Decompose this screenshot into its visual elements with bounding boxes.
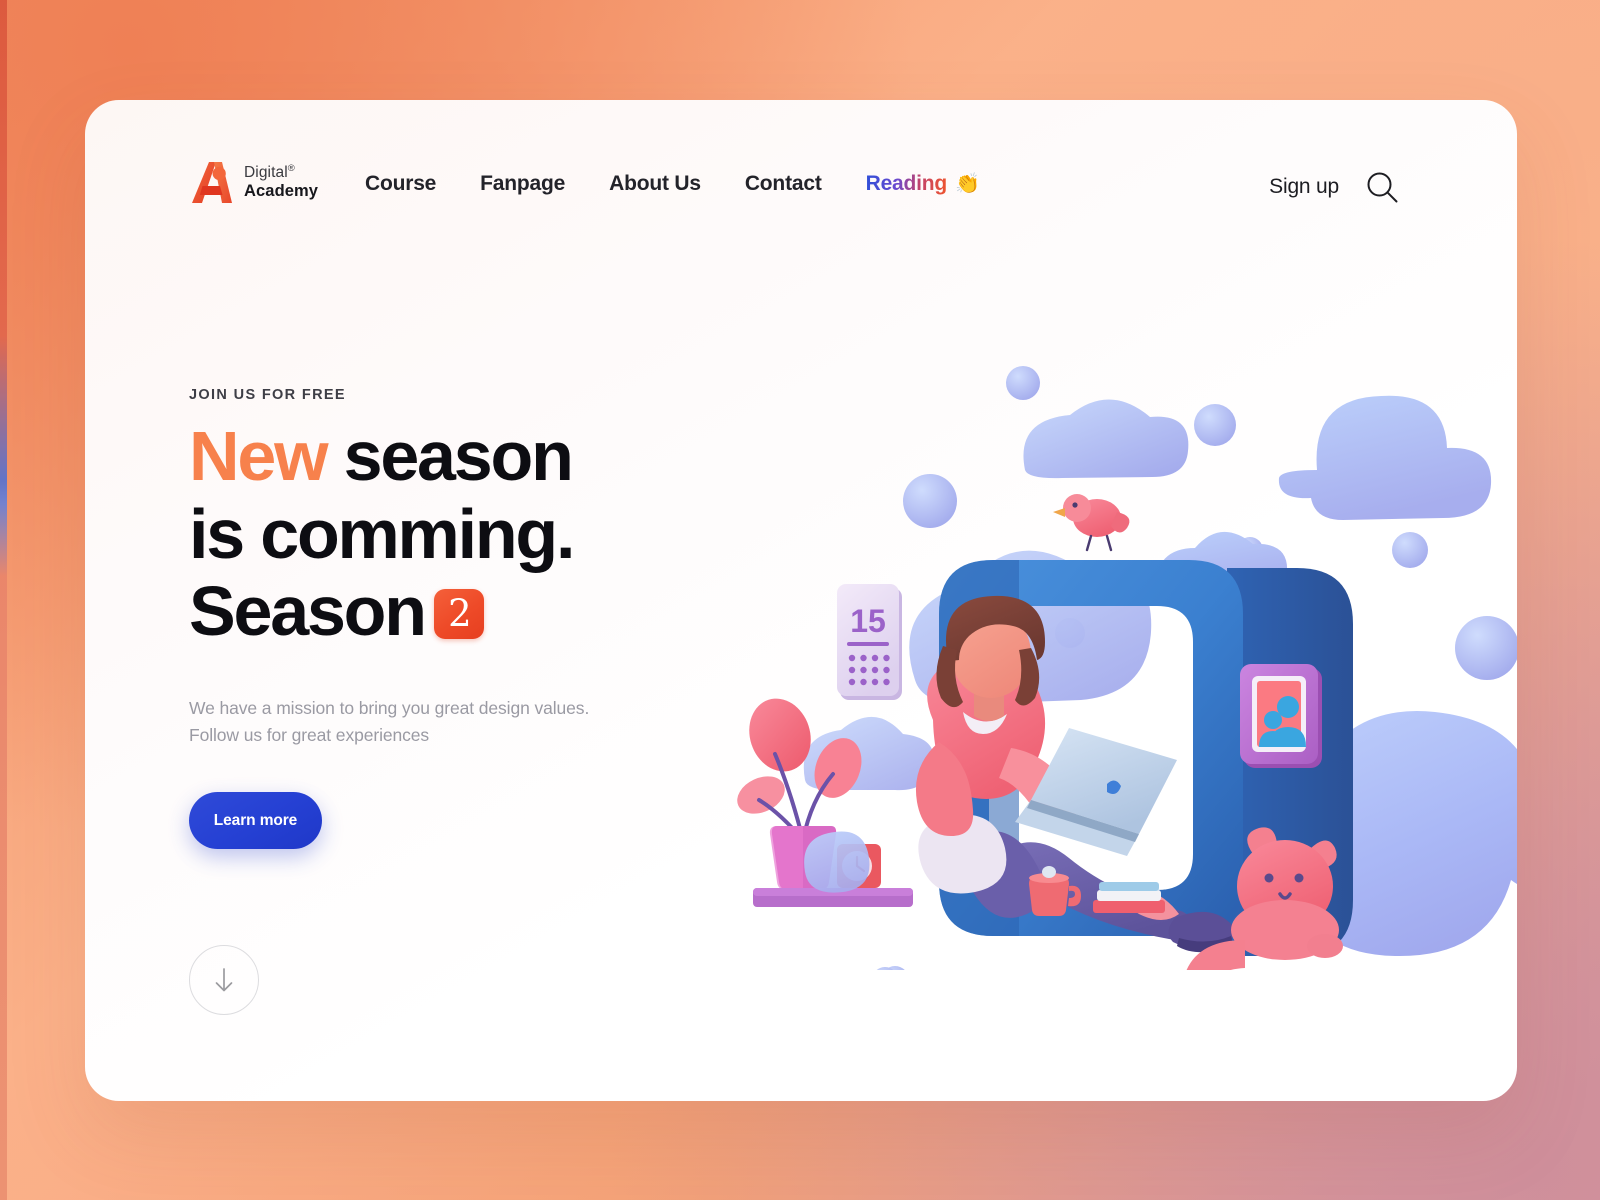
sphere-blob: [1392, 532, 1428, 568]
learn-more-button[interactable]: Learn more: [189, 792, 322, 850]
sign-up-link[interactable]: Sign up: [1269, 175, 1339, 199]
sphere-blob: [1455, 616, 1517, 680]
arrow-down-icon: [215, 968, 233, 992]
page-title: New season is comming. Season 2: [189, 417, 749, 651]
nav-link-fanpage[interactable]: Fanpage: [480, 172, 565, 196]
cloud-blob: [1278, 395, 1492, 520]
brand-line2: Academy: [244, 181, 319, 200]
headline-line2: is comming.: [189, 494, 575, 573]
cloud-blob: [804, 831, 870, 893]
3d-woman-with-laptop-illustration: 15: [737, 366, 1517, 970]
nav-link-reading[interactable]: Reading 👏: [866, 172, 980, 196]
hero-subtitle-line1: We have a mission to bring you great des…: [189, 698, 590, 719]
brand-logo[interactable]: Digital® Academy: [189, 158, 318, 205]
clapping-hands-icon: 👏: [955, 173, 980, 195]
nav-actions: Sign up: [1269, 170, 1399, 204]
letter-a-logo-icon: [192, 162, 232, 203]
hero-subtitle-line2: Follow us for great experiences: [189, 724, 430, 745]
sphere-blob: [1006, 366, 1040, 400]
calendar-card: 15: [837, 584, 902, 700]
nav-link-contact[interactable]: Contact: [745, 172, 822, 196]
top-navigation: Digital® Academy Course Fanpage About Us…: [85, 100, 1517, 275]
search-icon[interactable]: [1365, 170, 1399, 204]
calendar-day-number: 15: [850, 603, 886, 639]
nav-link-course[interactable]: Course: [365, 172, 436, 196]
headline-accent-word: New: [189, 417, 329, 495]
headline-line3: Season: [189, 572, 427, 651]
headline-line1-rest: season: [343, 417, 574, 495]
hero-copy: JOIN US FOR FREE New season is comming. …: [189, 387, 749, 850]
nav-link-about-us[interactable]: About Us: [609, 172, 701, 196]
brand-wordmark: Digital® Academy: [244, 163, 318, 200]
sphere-blob: [1194, 404, 1236, 446]
hero-eyebrow: JOIN US FOR FREE: [189, 387, 346, 403]
sphere-blob: [903, 474, 957, 528]
brand-line1: Digital: [244, 164, 288, 182]
nav-link-reading-label: Reading: [865, 172, 948, 195]
hero-subtitle: We have a mission to bring you great des…: [189, 695, 749, 748]
hero-illustration: 15: [725, 250, 1517, 970]
photo-frame: [1240, 664, 1322, 768]
hero-card: Digital® Academy Course Fanpage About Us…: [85, 100, 1517, 1101]
season-number-badge: 2: [433, 588, 484, 639]
book-stack: [1093, 882, 1165, 913]
nav-link-list: Course Fanpage About Us Contact Reading …: [365, 172, 980, 196]
scroll-down-button[interactable]: [189, 945, 259, 1015]
cloud-blob: [1023, 399, 1189, 479]
pink-bird: [1053, 494, 1130, 552]
registered-mark: ®: [287, 163, 295, 174]
